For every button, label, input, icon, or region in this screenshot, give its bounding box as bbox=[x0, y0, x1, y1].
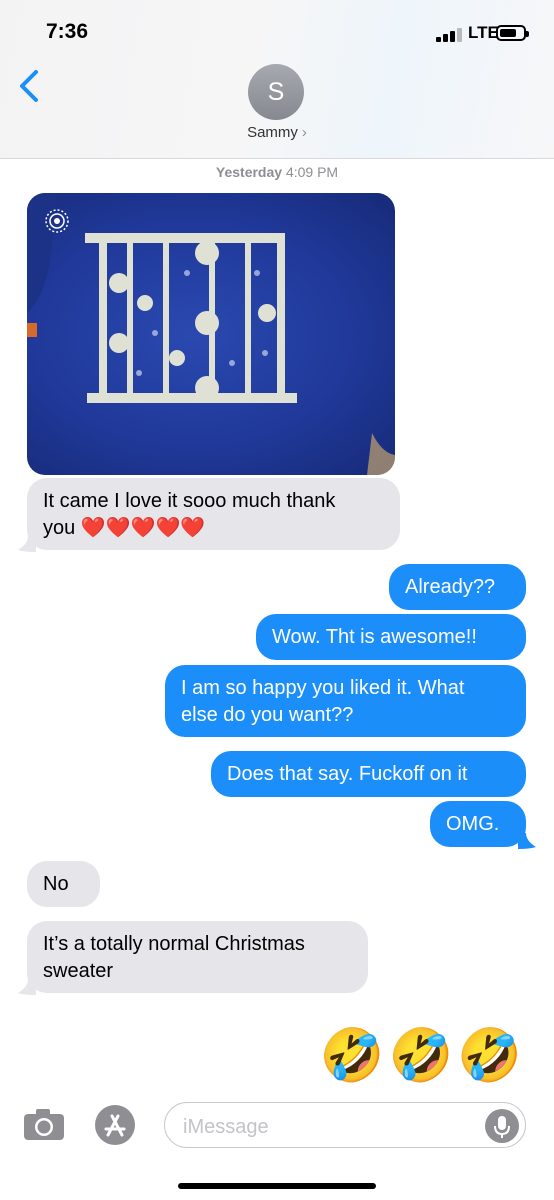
bubble-tail bbox=[18, 536, 36, 552]
incoming-message[interactable]: It came I love it sooo much thank you ❤️… bbox=[27, 478, 400, 550]
message-input[interactable] bbox=[181, 1112, 465, 1142]
status-bar: 7:36 LTE bbox=[0, 0, 554, 62]
conversation-header: 7:36 LTE S Sammy › bbox=[0, 0, 554, 159]
message-input-field[interactable] bbox=[164, 1102, 526, 1148]
outgoing-message[interactable]: Already?? bbox=[389, 564, 526, 610]
microphone-button[interactable] bbox=[485, 1109, 519, 1143]
sweater-photo-image bbox=[27, 193, 395, 475]
bubble-tail bbox=[518, 833, 536, 849]
live-photo-icon bbox=[45, 209, 69, 233]
chevron-right-icon: › bbox=[301, 124, 307, 141]
outgoing-message[interactable]: Wow. Tht is awesome!! bbox=[256, 614, 526, 660]
incoming-message[interactable]: No bbox=[27, 861, 100, 907]
sweater-photo[interactable] bbox=[27, 193, 395, 475]
message-text: Already?? bbox=[405, 576, 496, 598]
message-text-line: I am so happy you liked it. What bbox=[181, 677, 465, 699]
home-indicator[interactable] bbox=[178, 1183, 376, 1189]
message-text: Does that say. Fuckoff on it bbox=[227, 763, 468, 785]
app-store-icon[interactable] bbox=[94, 1104, 136, 1146]
message-text-line: you ❤️❤️❤️❤️❤️ bbox=[43, 517, 206, 539]
network-type: LTE bbox=[468, 23, 499, 42]
message-text-line: else do you want?? bbox=[181, 704, 354, 726]
cellular-signal-icon bbox=[436, 26, 464, 42]
contact-avatar[interactable]: S bbox=[248, 64, 304, 120]
outgoing-message[interactable]: OMG. bbox=[430, 801, 526, 847]
incoming-message[interactable]: It’s a totally normal Christmas sweater bbox=[27, 921, 368, 993]
emoji-message[interactable]: 🤣🤣🤣 bbox=[320, 1026, 526, 1086]
microphone-icon bbox=[494, 1116, 510, 1138]
back-chevron-icon[interactable] bbox=[14, 66, 44, 106]
message-text-line: It’s a totally normal Christmas bbox=[43, 933, 305, 955]
message-text: Wow. Tht is awesome!! bbox=[272, 626, 477, 648]
message-text-line: It came I love it sooo much thank bbox=[43, 490, 336, 512]
camera-icon[interactable] bbox=[22, 1106, 66, 1142]
contact-name-button[interactable]: Sammy › bbox=[0, 124, 554, 141]
message-timestamp: Yesterday 4:09 PM bbox=[0, 164, 554, 180]
battery-icon bbox=[496, 25, 529, 41]
outgoing-message[interactable]: Does that say. Fuckoff on it bbox=[211, 751, 526, 797]
contact-name: Sammy bbox=[247, 124, 298, 141]
message-text: No bbox=[43, 873, 69, 895]
status-time: 7:36 bbox=[46, 20, 89, 43]
timestamp-day: Yesterday bbox=[215, 164, 283, 180]
bubble-tail bbox=[18, 979, 36, 995]
timestamp-time: 4:09 PM bbox=[285, 164, 339, 180]
message-text-line: sweater bbox=[43, 960, 114, 982]
outgoing-message[interactable]: I am so happy you liked it. What else do… bbox=[165, 665, 526, 737]
message-text: OMG. bbox=[446, 813, 500, 835]
